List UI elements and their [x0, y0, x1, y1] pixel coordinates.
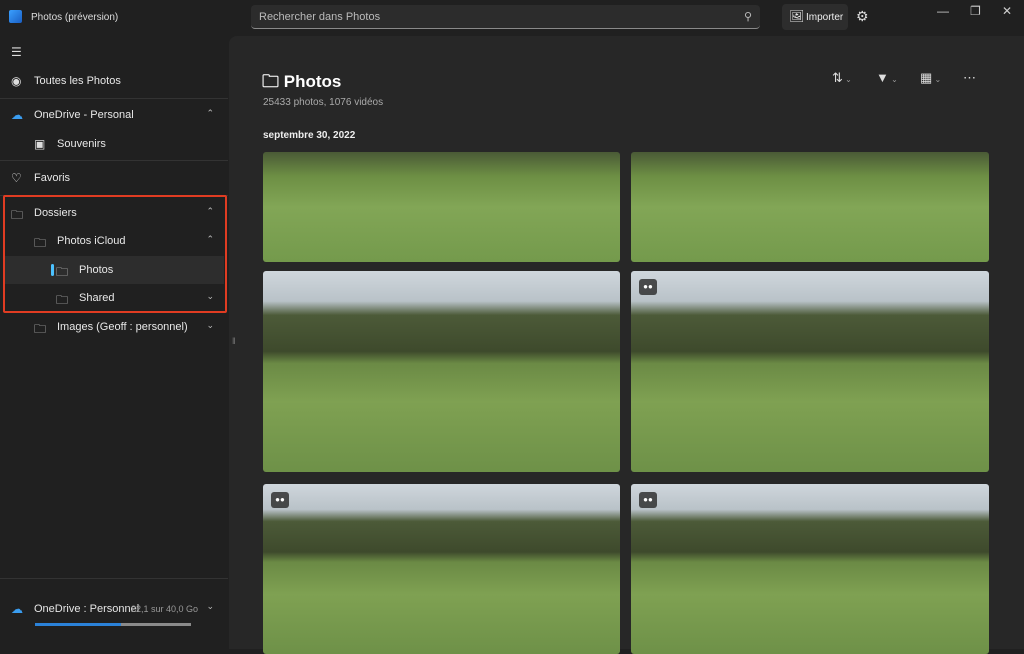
- divider: [0, 98, 228, 99]
- import-label: Importer: [806, 12, 844, 23]
- divider: [0, 160, 228, 161]
- date-group-header: septembre 30, 2022: [263, 130, 356, 141]
- sort-button[interactable]: ⇅ ⌄: [832, 70, 852, 86]
- sidebar: ☰ ◉ Toutes les Photos ☁ OneDrive - Perso…: [0, 36, 228, 649]
- video-icon: ●●: [271, 492, 289, 508]
- sidebar-item-label: Images (Geoff : personnel): [57, 321, 188, 333]
- sidebar-item-souvenirs[interactable]: ▣ Souvenirs: [0, 130, 228, 158]
- sidebar-item-favoris[interactable]: ♡ Favoris: [0, 164, 228, 192]
- folder-icon: 🗀: [262, 72, 279, 91]
- search-placeholder: Rechercher dans Photos: [259, 11, 381, 23]
- maximize-icon[interactable]: ❐: [970, 4, 981, 18]
- cloud-icon: ☁: [11, 108, 23, 122]
- memories-icon: ▣: [34, 137, 46, 151]
- highlight-box: [3, 195, 227, 313]
- media-counts: 25433 photos, 1076 vidéos: [263, 97, 384, 108]
- video-icon: ●●: [639, 279, 657, 295]
- page-title-text: Photos: [283, 72, 342, 91]
- view-layout-button[interactable]: ▦ ⌄: [920, 70, 941, 86]
- settings-gear-icon[interactable]: ⚙: [856, 8, 869, 25]
- search-input[interactable]: Rechercher dans Photos ⚲: [251, 5, 760, 29]
- video-thumbnail[interactable]: ●●: [631, 484, 989, 654]
- video-thumbnail[interactable]: ●●: [631, 271, 989, 472]
- chevron-up-icon[interactable]: ⌃: [206, 108, 214, 119]
- import-icon: 🖼: [789, 9, 805, 23]
- resize-handle[interactable]: ‖: [232, 336, 236, 346]
- storage-label: OneDrive : Personnel: [34, 603, 140, 615]
- photos-icon: ◉: [11, 74, 22, 88]
- import-button[interactable]: 🖼 Importer: [782, 4, 848, 30]
- hamburger-menu-button[interactable]: ☰: [0, 38, 228, 66]
- app-title: Photos (préversion): [31, 12, 119, 23]
- photo-thumbnail[interactable]: [263, 152, 620, 262]
- video-icon: ●●: [639, 492, 657, 508]
- app-logo-icon: [9, 10, 22, 23]
- page-title: 🗀 Photos: [262, 69, 341, 98]
- storage-bar-fill: [35, 623, 121, 626]
- sidebar-item-label: Favoris: [34, 172, 71, 184]
- sidebar-item-all-photos[interactable]: ◉ Toutes les Photos: [0, 67, 228, 95]
- storage-indicator[interactable]: ☁ OneDrive : Personnel 22,1 sur 40,0 Go …: [0, 578, 228, 649]
- photo-thumbnail[interactable]: [631, 152, 989, 262]
- storage-usage: 22,1 sur 40,0 Go: [131, 604, 199, 614]
- photo-thumbnail[interactable]: [263, 271, 620, 472]
- folder-icon: 🗀: [34, 322, 47, 336]
- chevron-down-icon[interactable]: ⌄: [206, 320, 214, 331]
- cloud-icon: ☁: [11, 602, 23, 616]
- title-bar: Photos (préversion) Rechercher dans Phot…: [0, 0, 1024, 36]
- more-options-icon[interactable]: ⋯: [963, 70, 976, 86]
- sidebar-item-label: Souvenirs: [57, 138, 106, 150]
- storage-bar: [35, 623, 191, 626]
- minimize-icon[interactable]: —: [937, 4, 949, 18]
- sidebar-item-images[interactable]: 🗀 Images (Geoff : personnel) ⌄: [0, 313, 228, 341]
- sidebar-item-label: Toutes les Photos: [34, 75, 121, 87]
- hamburger-icon: ☰: [11, 45, 22, 59]
- filter-button[interactable]: ▼ ⌄: [876, 70, 898, 85]
- sidebar-item-onedrive[interactable]: ☁ OneDrive - Personal ⌃: [0, 101, 228, 129]
- sidebar-item-label: OneDrive - Personal: [34, 109, 134, 121]
- video-thumbnail[interactable]: ●●: [263, 484, 620, 654]
- heart-icon: ♡: [11, 171, 22, 185]
- chevron-down-icon[interactable]: ⌄: [206, 601, 214, 612]
- search-icon[interactable]: ⚲: [744, 10, 752, 23]
- close-icon[interactable]: ✕: [1002, 4, 1012, 18]
